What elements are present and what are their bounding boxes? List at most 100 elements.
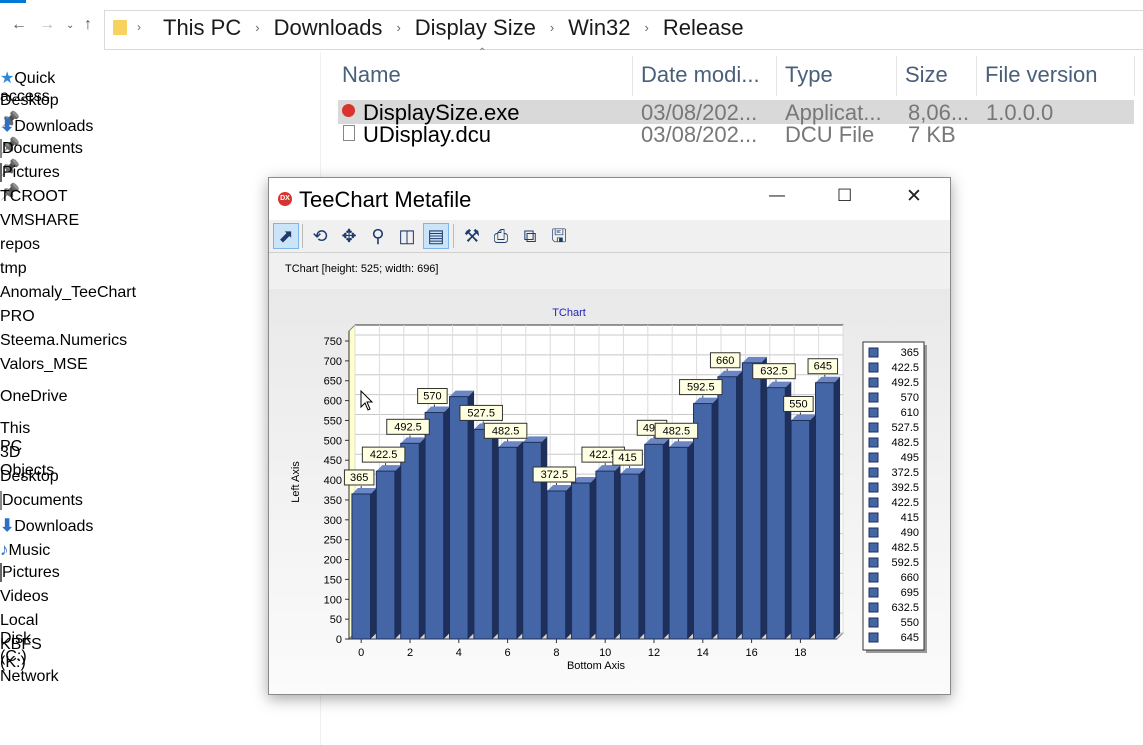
bar-side — [468, 390, 475, 639]
pointer-tool-icon[interactable]: ⬈ — [273, 223, 299, 249]
music-icon: ♪ — [0, 540, 9, 559]
copy-icon[interactable]: ⧉ — [517, 223, 543, 249]
column-separator[interactable] — [632, 56, 633, 96]
legend-item: 550 — [901, 617, 919, 629]
address-box[interactable]: › This PC › Downloads › Display Size › Win32 › R… — [104, 10, 1143, 50]
bar-side — [785, 381, 792, 639]
rotate-tool-icon[interactable]: ⟲ — [307, 223, 333, 249]
depth-tool-icon[interactable]: ◫ — [394, 223, 420, 249]
print-icon[interactable]: ⎙ — [488, 223, 514, 249]
breadcrumb-item[interactable]: Display Size — [415, 15, 536, 40]
column-separator[interactable] — [776, 56, 777, 96]
bar[interactable] — [595, 470, 615, 640]
bar[interactable] — [351, 493, 371, 640]
sidebar-item[interactable]: Documents — [0, 491, 83, 510]
sidebar-item[interactable]: OneDrive — [0, 388, 68, 406]
up-arrow-icon[interactable]: ↑ — [84, 16, 92, 34]
sidebar-item[interactable]: ♪Music — [0, 540, 50, 560]
sidebar-item[interactable]: Videos — [0, 588, 49, 606]
bar[interactable] — [668, 446, 689, 640]
bar[interactable] — [693, 403, 713, 640]
back-arrow-icon[interactable]: ← — [11, 16, 27, 34]
bar[interactable] — [815, 382, 835, 640]
breadcrumb-chevron-icon[interactable]: › — [396, 20, 400, 35]
title-bar[interactable]: DX TeeChart Metafile — ☐ ✕ — [269, 178, 950, 220]
legend-swatch — [868, 347, 879, 358]
minimize-icon[interactable]: — — [769, 187, 785, 205]
chart-area[interactable]: TChart 0 50 100 150 200 250 300 350 400 450 500 550 6… — [269, 289, 950, 694]
sidebar-item[interactable]: VMSHARE — [0, 212, 79, 230]
bar[interactable] — [717, 376, 737, 640]
bar[interactable] — [400, 442, 420, 640]
sidebar-item[interactable]: Pictures — [0, 563, 60, 582]
legend-item: 660 — [901, 572, 919, 584]
bar[interactable] — [546, 490, 567, 640]
data-label: 422.5 — [370, 449, 398, 461]
breadcrumb-chevron-icon[interactable]: › — [137, 20, 141, 34]
file-row[interactable]: UDisplay.dcu 03/08/202... DCU File 7 KB — [338, 122, 1134, 147]
column-separator[interactable] — [1134, 56, 1135, 96]
sidebar-item-label: Downloads — [14, 518, 94, 535]
move-tool-icon[interactable]: ✥ — [336, 223, 362, 249]
breadcrumb-item[interactable]: This PC — [163, 15, 241, 40]
bar-side — [590, 477, 597, 639]
bar[interactable] — [619, 473, 640, 640]
column-type[interactable]: Type — [785, 62, 833, 88]
sidebar-item[interactable]: Steema.Numerics — [0, 332, 127, 350]
legend-item: 527.5 — [891, 422, 919, 434]
sidebar-item[interactable]: KBFS (K:) — [0, 636, 42, 672]
column-separator[interactable] — [976, 56, 977, 96]
sidebar-item[interactable]: ⬇Downloads — [0, 516, 93, 536]
close-icon[interactable]: ✕ — [906, 185, 922, 208]
info-panel: TChart [height: 525; width: 696] — [269, 252, 950, 290]
zoom-tool-icon[interactable]: ⚲ — [365, 223, 391, 249]
x-tick-label: 10 — [599, 647, 611, 659]
bar[interactable] — [497, 446, 518, 640]
bar[interactable] — [766, 387, 786, 640]
breadcrumb-chevron-icon[interactable]: › — [550, 20, 554, 35]
breadcrumb-item[interactable]: Win32 — [568, 15, 630, 40]
column-date[interactable]: Date modi... — [641, 62, 760, 88]
file-row[interactable]: DisplaySize.exe 03/08/202... Applicat... 8,… — [338, 100, 1134, 125]
sidebar-item[interactable]: TCROOT — [0, 188, 68, 206]
column-separator[interactable] — [896, 56, 897, 96]
sidebar-item[interactable]: repos — [0, 236, 40, 254]
sidebar-item[interactable]: Network — [0, 668, 59, 686]
forward-arrow-icon[interactable]: → — [39, 16, 55, 34]
bar[interactable] — [790, 419, 811, 640]
breadcrumb-item[interactable]: Downloads — [274, 15, 383, 40]
file-name: UDisplay.dcu — [363, 122, 491, 147]
bar[interactable] — [571, 482, 591, 640]
legend-swatch — [868, 482, 879, 493]
legend-item: 632.5 — [891, 602, 919, 614]
bar[interactable] — [424, 412, 445, 640]
bar[interactable] — [644, 443, 664, 640]
bar[interactable] — [741, 362, 762, 640]
bar[interactable] — [375, 470, 396, 640]
breadcrumb-chevron-icon[interactable]: › — [255, 20, 259, 35]
data-label: 482.5 — [492, 425, 520, 437]
bar[interactable] — [473, 428, 493, 640]
save-icon[interactable]: 🖫 — [546, 223, 572, 249]
sidebar-item[interactable]: Anomaly_TeeChart — [0, 284, 136, 302]
recent-chevron-icon[interactable]: ⌄ — [66, 20, 74, 31]
view-3d-icon[interactable]: ▤ — [423, 223, 449, 249]
bar-chart[interactable]: TChart0501001502002503003504004505005506… — [269, 289, 950, 694]
column-name[interactable]: Name — [342, 62, 401, 88]
column-size[interactable]: Size — [905, 62, 948, 88]
bar-side — [638, 468, 645, 639]
sidebar-item[interactable]: Valors_MSE — [0, 356, 88, 374]
edit-chart-icon[interactable]: ⚒ — [459, 223, 485, 249]
sidebar-item[interactable]: Desktop — [0, 468, 59, 486]
breadcrumb-chevron-icon[interactable]: › — [645, 20, 649, 35]
sidebar-item[interactable]: PRO — [0, 308, 35, 326]
breadcrumb-item[interactable]: Release — [663, 15, 744, 40]
legend-swatch — [868, 542, 879, 553]
sidebar-item[interactable]: tmp — [0, 260, 27, 278]
column-version[interactable]: File version — [985, 62, 1097, 88]
y-tick-label: 200 — [324, 555, 342, 567]
data-label: 632.5 — [760, 366, 788, 378]
bar[interactable] — [449, 396, 469, 640]
bar-side — [760, 356, 767, 639]
maximize-icon[interactable]: ☐ — [837, 186, 852, 206]
